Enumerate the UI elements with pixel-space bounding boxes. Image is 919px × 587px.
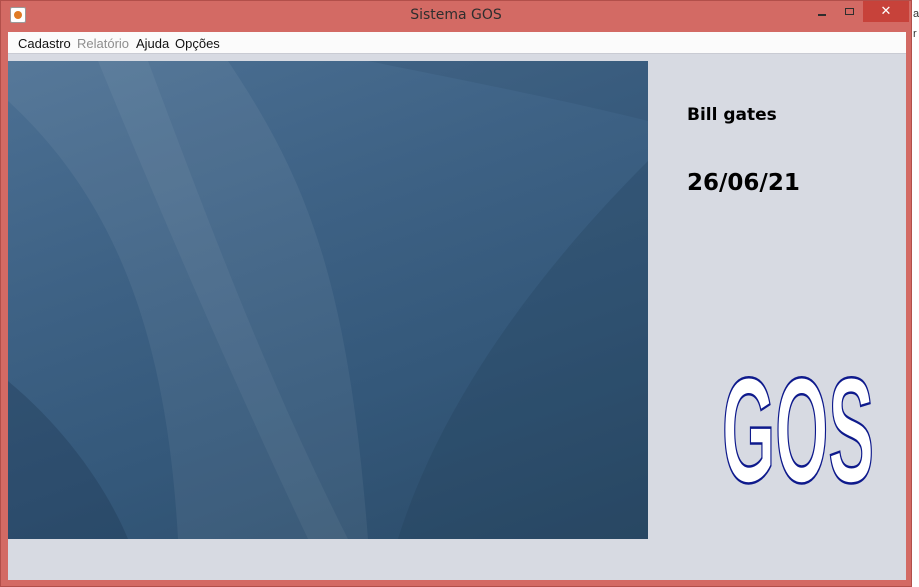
date-label: 26/06/21 [687, 170, 800, 196]
gos-logo-text: GOS [722, 354, 874, 492]
background-window-text: a [913, 8, 919, 20]
wallpaper-graphic [8, 61, 648, 539]
close-icon: ✕ [880, 4, 892, 19]
title-bar[interactable]: Sistema GOS ✕ [1, 1, 911, 31]
window-title: Sistema GOS [410, 7, 502, 23]
menu-relatorio[interactable]: Relatório [77, 36, 129, 51]
menu-ajuda[interactable]: Ajuda [136, 36, 169, 51]
main-window: Sistema GOS ✕ Cadastro Relatório Ajuda O… [0, 0, 912, 587]
gos-logo: GOS [721, 354, 876, 492]
menu-bar: Cadastro Relatório Ajuda Opções [8, 32, 906, 54]
minimize-button[interactable] [809, 2, 836, 22]
desktop-pane: Bill gates 26/06/21 GOS [8, 54, 906, 580]
user-name-label: Bill gates [687, 105, 777, 125]
close-button[interactable]: ✕ [863, 1, 909, 22]
wallpaper-image [8, 61, 648, 539]
menu-cadastro[interactable]: Cadastro [18, 36, 71, 51]
background-window-text: r [913, 28, 917, 40]
menu-opcoes[interactable]: Opções [175, 36, 220, 51]
maximize-button[interactable] [837, 2, 863, 22]
